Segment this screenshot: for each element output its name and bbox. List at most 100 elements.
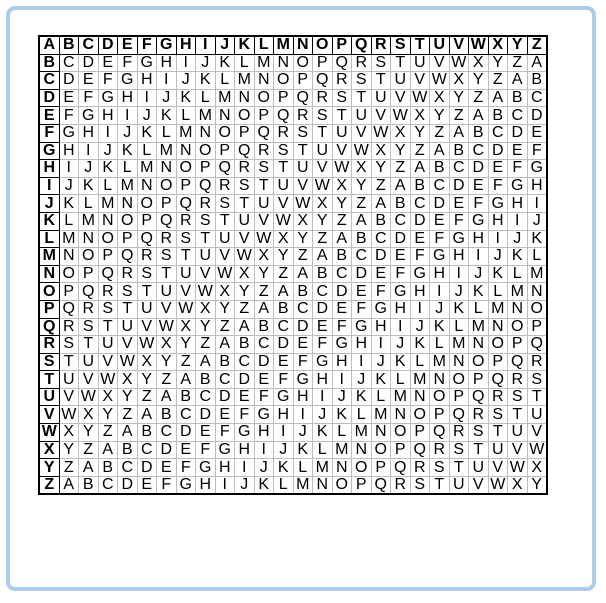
cipher-letter: C (253, 335, 274, 354)
cipher-letter: R (136, 247, 157, 266)
cipher-letter: U (214, 229, 235, 249)
cipher-letter: M (390, 387, 411, 407)
cipher-letter: H (156, 53, 177, 73)
cipher-letter: W (351, 141, 372, 161)
cipher-letter: O (292, 53, 313, 73)
cipher-letter: L (487, 282, 508, 301)
cipher-letter: G (526, 159, 548, 178)
cipher-letter: D (273, 335, 294, 354)
cipher-letter: I (487, 229, 508, 249)
cipher-letter: V (429, 53, 450, 73)
cipher-letter: X (234, 264, 255, 284)
cipher-letter: N (409, 387, 430, 407)
cipher-letter: O (117, 211, 138, 231)
cipher-letter: B (351, 229, 372, 249)
cipher-letter: W (58, 405, 79, 425)
cipher-letter: Q (175, 194, 196, 213)
cipher-letter: B (468, 123, 489, 143)
vigenere-square: ABCDEFGHIJKLMNOPQRSTUVWXYZBCDEFGHIJKLMNO… (38, 35, 548, 496)
cipher-letter: P (195, 159, 216, 178)
row-key-letter: D (38, 88, 60, 108)
cipher-letter: Q (78, 282, 99, 301)
cipher-letter: O (526, 299, 548, 319)
cipher-letter: P (468, 370, 489, 389)
cipher-letter: U (409, 53, 430, 73)
cipher-letter: C (195, 387, 216, 407)
row-key-letter: Y (38, 458, 60, 477)
cipher-letter: I (78, 141, 99, 161)
cipher-letter: S (117, 282, 138, 301)
cipher-letter: I (390, 317, 411, 337)
cipher-letter: W (195, 282, 216, 301)
cipher-letter: X (448, 71, 469, 90)
header-letter: G (156, 35, 177, 55)
cipher-letter: R (58, 317, 79, 337)
cipher-letter: X (390, 123, 411, 143)
cipher-letter: F (175, 458, 196, 477)
cipher-letter: N (487, 317, 508, 337)
cipher-letter: J (429, 299, 450, 319)
cipher-letter: B (487, 106, 508, 125)
cipher-letter: Q (526, 335, 548, 354)
cipher-letter: Y (370, 159, 391, 178)
cipher-letter: Y (195, 317, 216, 337)
cipher-letter: E (448, 194, 469, 213)
cipher-letter: P (234, 123, 255, 143)
cipher-letter: J (195, 53, 216, 73)
cipher-letter: K (448, 299, 469, 319)
cipher-letter: H (409, 282, 430, 301)
tableau-row: BCDEFGHIJKLMNOPQRSTUVWXYZA (38, 53, 548, 73)
cipher-letter: T (117, 299, 138, 319)
row-key-letter: K (38, 211, 60, 231)
cipher-letter: X (370, 141, 391, 161)
cipher-letter: Z (331, 211, 352, 231)
cipher-letter: Q (214, 159, 235, 178)
cipher-letter: U (312, 141, 333, 161)
header-letter: W (468, 35, 489, 55)
cipher-letter: K (117, 141, 138, 161)
cipher-letter: V (468, 475, 489, 495)
cipher-letter: S (136, 264, 157, 284)
cipher-letter: O (175, 159, 196, 178)
row-key-letter: H (38, 159, 60, 178)
cipher-letter: U (292, 159, 313, 178)
cipher-letter: B (292, 282, 313, 301)
cipher-letter: Q (273, 106, 294, 125)
cipher-letter: H (195, 475, 216, 495)
cipher-letter: S (429, 458, 450, 477)
cipher-letter: A (175, 370, 196, 389)
cipher-letter: X (136, 352, 157, 372)
cipher-letter: X (351, 159, 372, 178)
cipher-letter: M (409, 370, 430, 389)
cipher-letter: B (273, 299, 294, 319)
cipher-letter: Y (58, 440, 79, 460)
cipher-letter: G (253, 405, 274, 425)
cipher-letter: J (156, 88, 177, 108)
cipher-letter: M (487, 299, 508, 319)
cipher-letter: K (136, 123, 157, 143)
cipher-letter: M (214, 88, 235, 108)
cipher-letter: R (175, 211, 196, 231)
cipher-letter: U (507, 423, 528, 442)
cipher-letter: G (195, 458, 216, 477)
cipher-letter: J (117, 123, 138, 143)
header-letter: D (97, 35, 118, 55)
cipher-letter: B (507, 88, 528, 108)
cipher-letter: P (156, 194, 177, 213)
cipher-letter: K (156, 106, 177, 125)
cipher-letter: E (273, 352, 294, 372)
cipher-letter: B (390, 194, 411, 213)
cipher-letter: L (195, 88, 216, 108)
cipher-letter: I (448, 264, 469, 284)
cipher-letter: H (292, 387, 313, 407)
cipher-letter: W (448, 53, 469, 73)
cipher-letter: H (214, 458, 235, 477)
cipher-letter: L (117, 159, 138, 178)
cipher-letter: W (97, 370, 118, 389)
cipher-letter: F (117, 53, 138, 73)
cipher-letter: F (292, 352, 313, 372)
row-key-letter: O (38, 282, 60, 301)
cipher-letter: S (78, 317, 99, 337)
cipher-letter: S (253, 159, 274, 178)
cipher-letter: P (214, 141, 235, 161)
